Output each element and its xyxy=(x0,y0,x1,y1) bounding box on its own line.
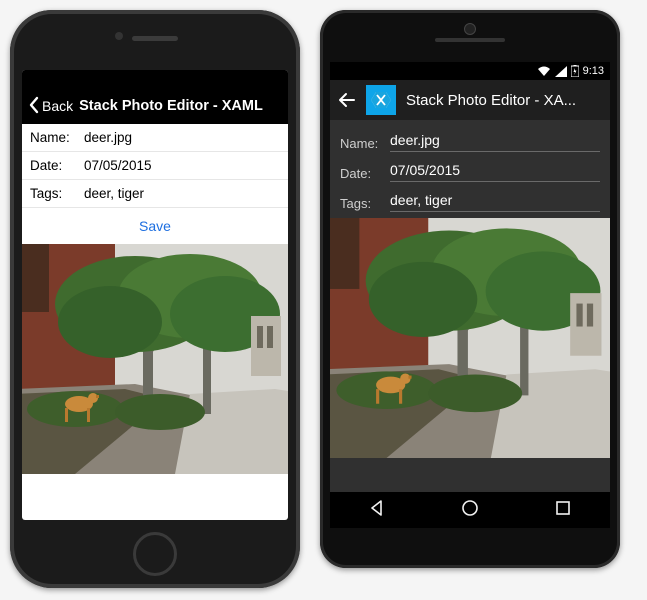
android-camera-dot xyxy=(464,23,476,35)
nav-back-icon[interactable] xyxy=(367,498,387,523)
android-row-date: Date: xyxy=(340,158,600,182)
iphone-home-button[interactable] xyxy=(133,532,177,576)
ios-form: Name: Date: Tags: Save xyxy=(22,124,288,244)
android-photo-wrap xyxy=(330,218,610,458)
iphone-device-frame: Back Stack Photo Editor - XAML Name: Dat… xyxy=(10,10,300,588)
tags-input[interactable] xyxy=(390,188,600,212)
ios-row-name: Name: xyxy=(22,124,288,152)
date-input[interactable] xyxy=(390,158,600,182)
android-status-bar: 9:13 xyxy=(330,62,610,80)
ios-nav-bar: Back Stack Photo Editor - XAML xyxy=(22,88,288,124)
iphone-camera-dot xyxy=(115,32,123,40)
date-label: Date: xyxy=(30,158,84,173)
xamarin-logo-icon xyxy=(366,85,396,115)
android-speaker xyxy=(435,38,505,42)
android-row-tags: Tags: xyxy=(340,188,600,212)
tags-label: Tags: xyxy=(30,186,84,201)
ios-page-title: Stack Photo Editor - XAML xyxy=(79,98,263,114)
photo-preview xyxy=(22,244,288,474)
android-device-frame: 9:13 Stack Photo Editor - XA... Name: Da… xyxy=(320,10,620,568)
android-row-name: Name: xyxy=(340,128,600,152)
nav-home-icon[interactable] xyxy=(460,498,480,523)
name-label: Name: xyxy=(340,130,390,151)
ios-status-bar xyxy=(22,70,288,88)
nav-recents-icon[interactable] xyxy=(553,498,573,523)
ios-row-date: Date: xyxy=(22,152,288,180)
photo-preview xyxy=(330,218,610,458)
battery-icon xyxy=(571,65,579,77)
status-time: 9:13 xyxy=(583,65,604,77)
android-form: Name: Date: Tags: xyxy=(330,120,610,212)
save-button[interactable]: Save xyxy=(22,208,288,244)
android-nav-keys xyxy=(330,492,610,528)
back-button[interactable]: Back xyxy=(42,98,73,114)
android-action-bar: Stack Photo Editor - XA... xyxy=(330,80,610,120)
iphone-speaker xyxy=(132,36,178,41)
name-input[interactable] xyxy=(84,130,280,145)
tags-label: Tags: xyxy=(340,190,390,211)
date-label: Date: xyxy=(340,160,390,181)
ios-row-tags: Tags: xyxy=(22,180,288,208)
name-input[interactable] xyxy=(390,128,600,152)
back-chevron-icon[interactable] xyxy=(28,96,40,117)
iphone-screen: Back Stack Photo Editor - XAML Name: Dat… xyxy=(22,70,288,520)
android-page-title: Stack Photo Editor - XA... xyxy=(406,92,576,109)
android-screen: 9:13 Stack Photo Editor - XA... Name: Da… xyxy=(330,62,610,528)
tags-input[interactable] xyxy=(84,186,280,201)
back-arrow-icon[interactable] xyxy=(338,91,356,109)
date-input[interactable] xyxy=(84,158,280,173)
signal-icon xyxy=(555,66,567,77)
wifi-icon xyxy=(537,66,551,77)
name-label: Name: xyxy=(30,130,84,145)
